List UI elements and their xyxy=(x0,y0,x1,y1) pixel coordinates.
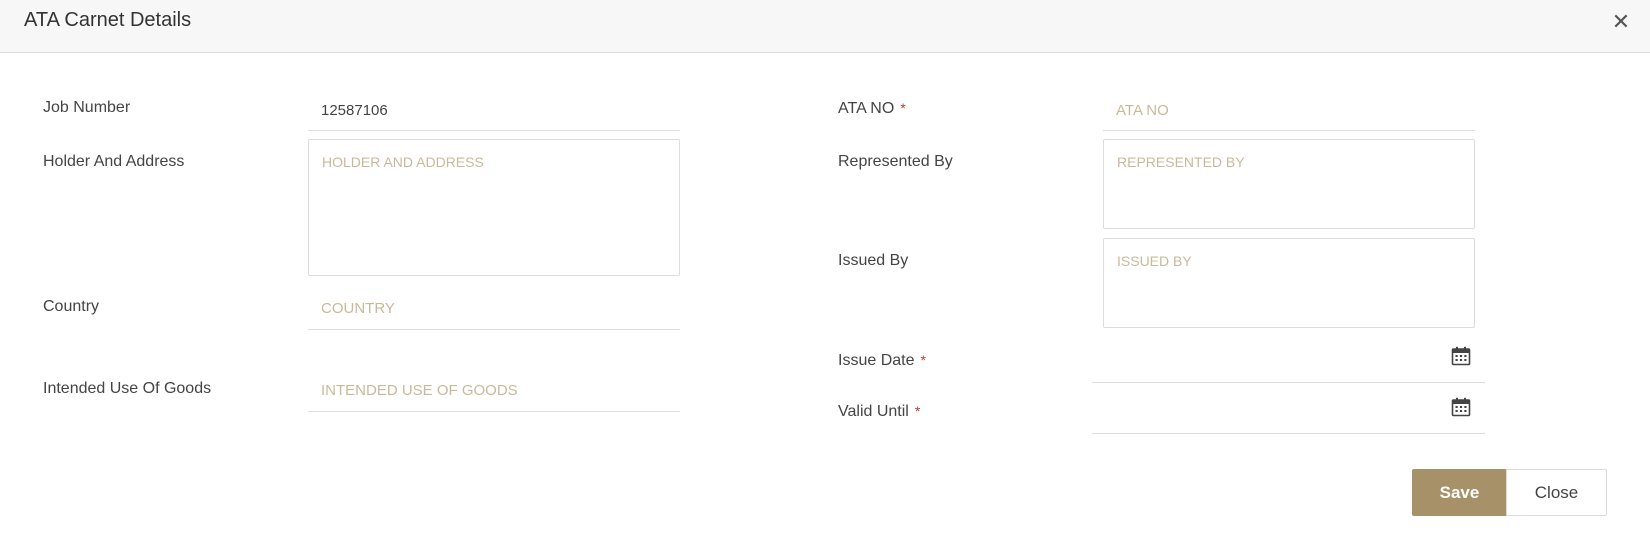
dialog-title: ATA Carnet Details xyxy=(24,9,192,31)
valid-until-label: Valid Until * xyxy=(838,403,920,421)
calendar-icon[interactable] xyxy=(1451,397,1471,417)
dialog-header: ATA Carnet Details ✕ xyxy=(0,0,1650,53)
intended-use-input[interactable] xyxy=(308,370,680,412)
job-number-input[interactable] xyxy=(308,90,680,131)
required-mark: * xyxy=(900,100,906,116)
ata-no-label: ATA NO * xyxy=(838,100,906,118)
represented-by-textarea[interactable] xyxy=(1103,139,1475,229)
issue-date-input[interactable] xyxy=(1092,340,1485,383)
required-mark: * xyxy=(914,403,921,419)
close-button[interactable]: Close xyxy=(1506,469,1607,516)
ata-no-input[interactable] xyxy=(1103,90,1475,131)
issue-date-label-text: Issue Date xyxy=(838,352,915,369)
ata-no-label-text: ATA NO xyxy=(838,100,895,117)
represented-by-label: Represented By xyxy=(838,153,953,170)
calendar-icon[interactable] xyxy=(1451,346,1471,366)
save-button[interactable]: Save xyxy=(1412,469,1507,516)
valid-until-label-text: Valid Until xyxy=(838,403,909,420)
ata-carnet-dialog: ATA Carnet Details ✕ Job Number Holder A… xyxy=(0,0,1650,559)
country-label: Country xyxy=(43,298,100,315)
close-icon[interactable]: ✕ xyxy=(1609,10,1633,34)
country-input[interactable] xyxy=(308,288,680,330)
holder-address-label: Holder And Address xyxy=(43,153,185,170)
issue-date-label: Issue Date * xyxy=(838,352,926,370)
issued-by-label: Issued By xyxy=(838,252,909,269)
required-mark: * xyxy=(920,352,926,368)
issued-by-textarea[interactable] xyxy=(1103,238,1475,328)
valid-until-input[interactable] xyxy=(1092,391,1485,434)
holder-address-textarea[interactable] xyxy=(308,139,680,276)
job-number-label: Job Number xyxy=(43,99,131,116)
intended-use-label: Intended Use Of Goods xyxy=(43,380,212,397)
